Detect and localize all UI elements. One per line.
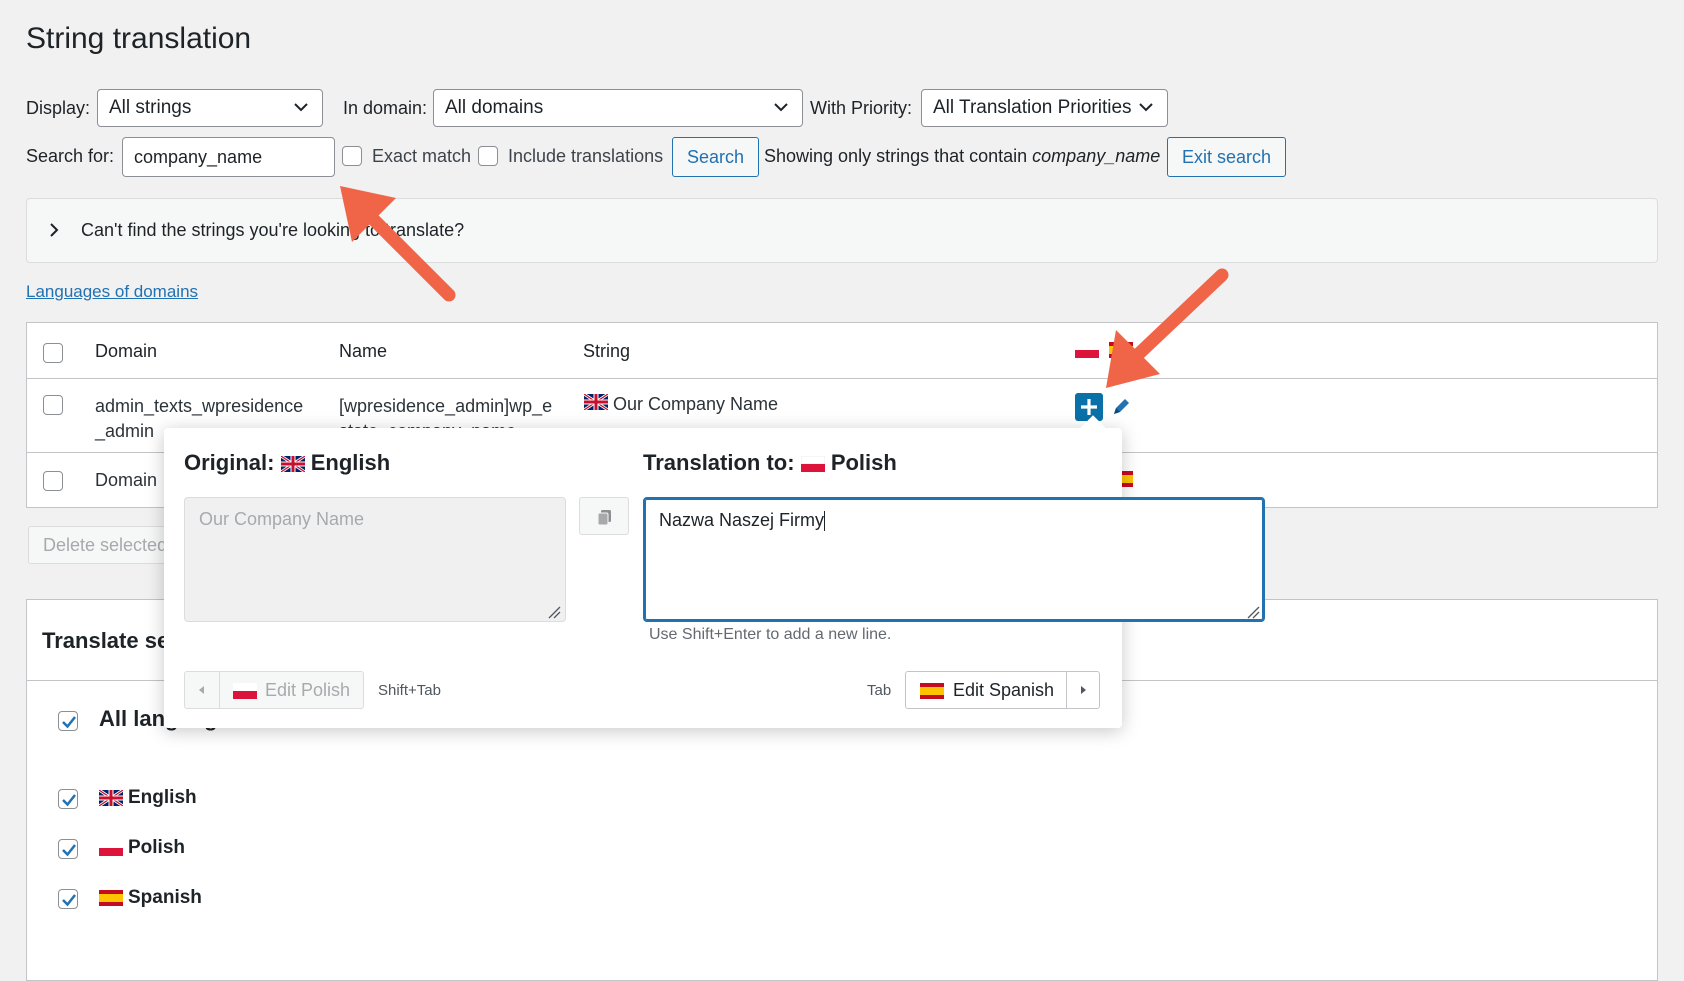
annotation-arrows <box>340 186 1229 388</box>
arrow-to-add-button-icon <box>1106 268 1229 388</box>
arrow-to-search-icon <box>340 186 456 302</box>
